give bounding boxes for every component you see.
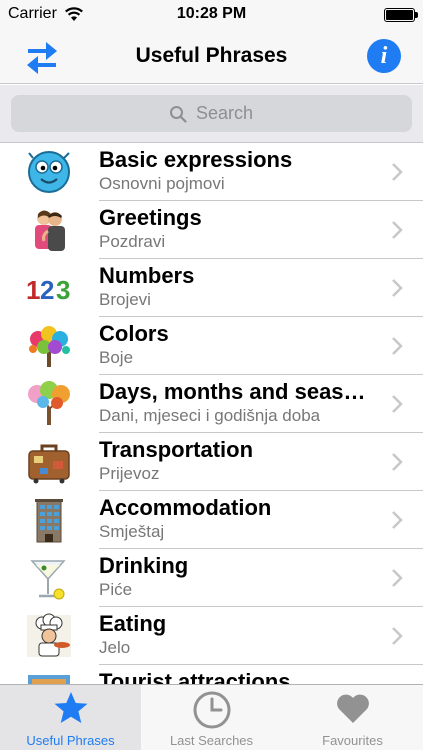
svg-text:2: 2 xyxy=(40,275,54,305)
category-title: Tourist attractions xyxy=(99,669,291,684)
search-input[interactable]: Search xyxy=(11,95,412,132)
tab-useful-phrases[interactable]: Useful Phrases xyxy=(0,685,141,750)
battery-icon xyxy=(384,8,415,22)
star-icon xyxy=(54,692,87,723)
category-list: Basic expressions Osnovni pojmovi Greeti… xyxy=(0,143,423,684)
status-bar: Carrier 10:28 PM xyxy=(0,0,423,30)
category-subtitle: Dani, mjeseci i godišnja doba xyxy=(99,406,321,425)
page-title: Useful Phrases xyxy=(135,44,288,67)
tab-last-searches[interactable]: Last Searches xyxy=(141,685,282,750)
category-subtitle: Brojevi xyxy=(99,290,151,309)
smiley-face-icon xyxy=(28,151,70,193)
category-subtitle: Smještaj xyxy=(99,522,165,541)
tourist-attraction-icon xyxy=(28,675,70,684)
tab-label: Last Searches xyxy=(169,733,254,748)
category-title: Numbers xyxy=(99,263,195,288)
hotel-building-icon xyxy=(35,499,63,543)
suitcase-icon xyxy=(28,444,70,484)
chevron-right-icon xyxy=(392,453,403,471)
svg-text:3: 3 xyxy=(56,275,70,305)
list-item[interactable]: Basic expressions Osnovni pojmovi xyxy=(0,143,423,201)
category-subtitle: Boje xyxy=(99,348,134,367)
info-button[interactable]: i xyxy=(367,39,401,73)
tab-bar: Useful Phrases Last Searches Favourites xyxy=(0,684,423,750)
heart-icon xyxy=(336,694,369,723)
search-bar: Search xyxy=(0,85,423,143)
list-item[interactable]: Eating Jelo xyxy=(0,607,423,665)
chevron-right-icon xyxy=(392,279,403,297)
list-item[interactable]: 1 2 3 Numbers Brojevi xyxy=(0,259,423,317)
navigation-bar: Useful Phrases i xyxy=(0,30,423,84)
chevron-right-icon xyxy=(392,395,403,413)
colorful-tree-icon xyxy=(29,326,70,367)
list-item[interactable]: Transportation Prijevoz xyxy=(0,433,423,491)
category-subtitle: Jelo xyxy=(99,638,131,657)
category-title: Eating xyxy=(99,611,167,636)
tab-label: Favourites xyxy=(322,733,383,748)
list-item[interactable]: Days, months and seasons Dani, mjeseci i… xyxy=(0,375,423,433)
chevron-right-icon xyxy=(392,221,403,239)
category-subtitle: Prijevoz xyxy=(99,464,160,483)
category-subtitle: Osnovni pojmovi xyxy=(99,174,225,193)
category-title: Days, months and seasons xyxy=(99,379,374,404)
list-item[interactable]: Tourist attractions xyxy=(0,665,423,684)
list-item[interactable]: Colors Boje xyxy=(0,317,423,375)
clock-time: 10:28 PM xyxy=(176,5,247,22)
list-item[interactable]: Greetings Pozdravi xyxy=(0,201,423,259)
category-title: Drinking xyxy=(99,553,189,578)
category-subtitle: Piće xyxy=(99,580,133,599)
cocktail-glass-icon xyxy=(30,560,66,600)
clock-icon xyxy=(193,691,230,729)
hugging-people-icon xyxy=(35,210,65,251)
chevron-right-icon xyxy=(392,163,403,181)
tab-favourites[interactable]: Favourites xyxy=(282,685,423,750)
chevron-right-icon xyxy=(392,511,403,529)
category-title: Basic expressions xyxy=(99,147,293,172)
category-title: Colors xyxy=(99,321,169,346)
chevron-right-icon xyxy=(392,569,403,587)
search-placeholder: Search xyxy=(196,103,254,123)
category-title: Transportation xyxy=(99,437,254,462)
search-icon xyxy=(170,106,187,123)
numbers-123-icon: 1 2 3 xyxy=(26,275,70,305)
svg-text:1: 1 xyxy=(26,275,40,305)
chevron-right-icon xyxy=(392,627,403,645)
category-title: Greetings xyxy=(99,205,202,230)
tab-label: Useful Phrases xyxy=(26,733,115,748)
info-icon: i xyxy=(380,43,388,69)
category-title: Accommodation xyxy=(99,495,272,520)
battery-tip xyxy=(415,12,418,18)
list-item[interactable]: Drinking Piće xyxy=(0,549,423,607)
list-item[interactable]: Accommodation Smještaj xyxy=(0,491,423,549)
chevron-right-icon xyxy=(392,337,403,355)
seasons-tree-icon xyxy=(28,381,70,425)
chef-icon xyxy=(27,613,71,657)
category-subtitle: Pozdravi xyxy=(99,232,166,251)
